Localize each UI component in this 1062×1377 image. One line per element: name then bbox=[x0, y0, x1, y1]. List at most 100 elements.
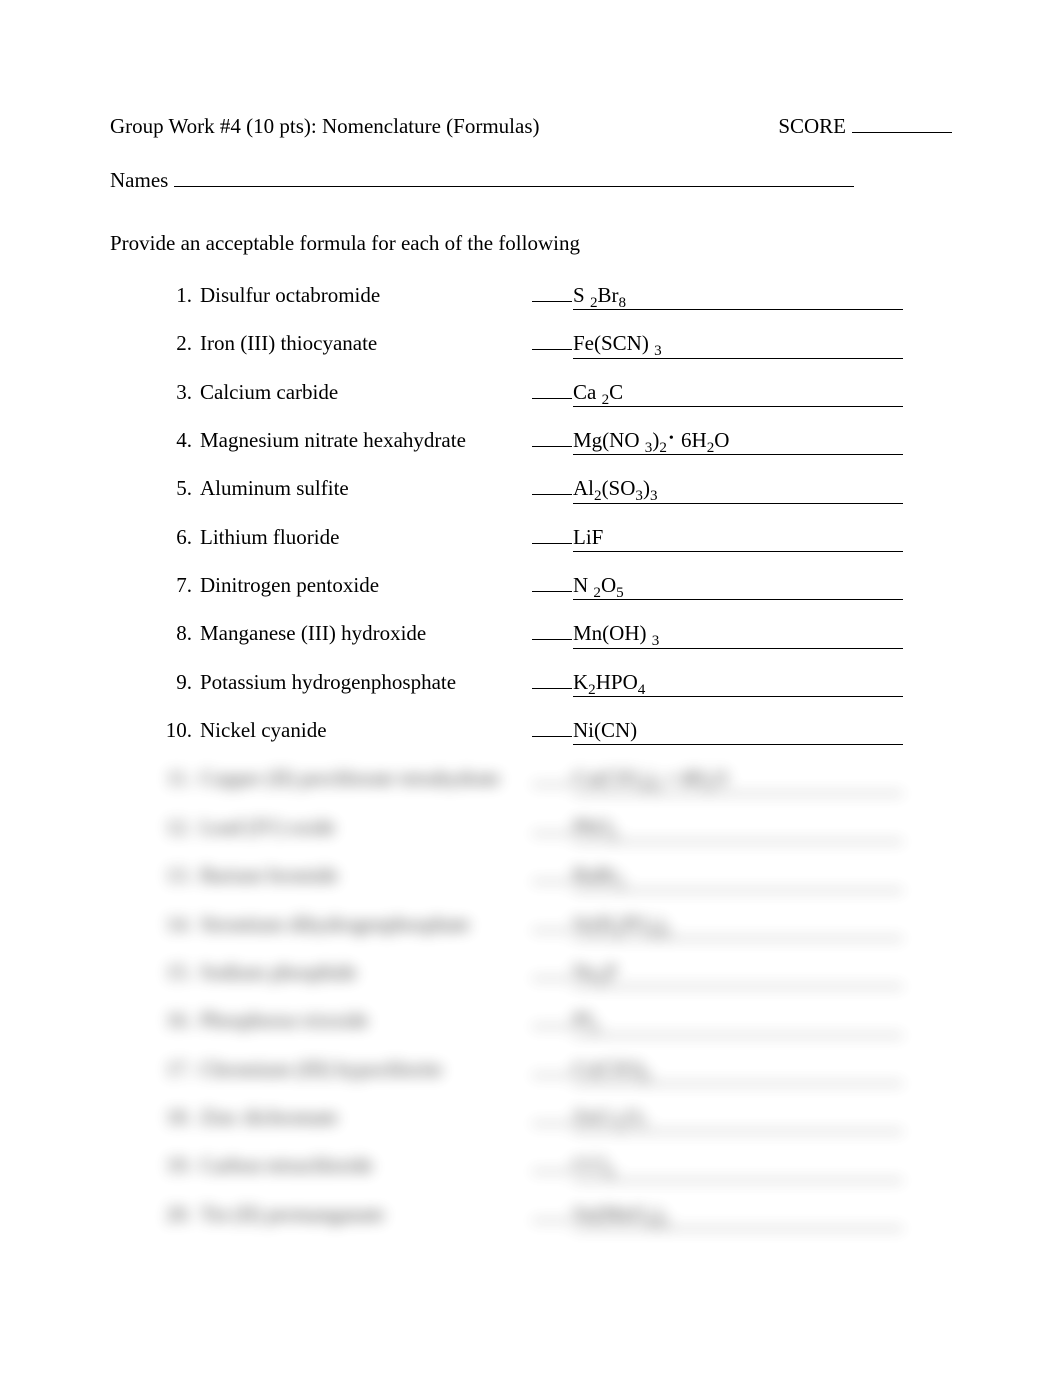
names-label: Names bbox=[110, 166, 168, 194]
answer-prefix-blank[interactable] bbox=[532, 1058, 572, 1076]
answer-formula: S 2Br8 bbox=[573, 281, 626, 309]
compound-name: Sodium phosphide bbox=[200, 958, 532, 986]
item-number: 19. bbox=[158, 1151, 192, 1179]
item-number: 12. bbox=[158, 813, 192, 841]
question-item: 18.Zinc dichromateZnCr2O7 bbox=[158, 1103, 952, 1132]
compound-name: Magnesium nitrate hexahydrate bbox=[200, 426, 532, 454]
names-row: Names bbox=[110, 166, 952, 194]
answer-prefix-blank[interactable] bbox=[532, 477, 572, 495]
answer-prefix-blank[interactable] bbox=[532, 381, 572, 399]
answer-formula: Ni(CN) bbox=[573, 716, 637, 744]
compound-name: Carbon tetrachloride bbox=[200, 1151, 532, 1179]
question-item: 17.Chromium (III) hypochloriteCr(ClO)3 bbox=[158, 1055, 952, 1084]
answer-prefix-blank[interactable] bbox=[532, 526, 572, 544]
answer-prefix-blank[interactable] bbox=[532, 961, 572, 979]
answer-line[interactable]: Sn(MnO4)2 bbox=[573, 1200, 903, 1229]
question-item: 14.Strontium dihydrogenphosphateSr(H2PO4… bbox=[158, 910, 952, 939]
answer-line[interactable]: Na3P bbox=[573, 958, 903, 987]
question-item: 12. Lead (IV) oxide PbO2 bbox=[158, 813, 952, 842]
answer-line[interactable]: Ni(CN) bbox=[573, 716, 903, 745]
answer-field: LiF bbox=[532, 523, 952, 552]
answer-line[interactable]: PbO2 bbox=[573, 813, 903, 842]
answer-field: Cu(ClO4)2 • 4H2O bbox=[532, 764, 952, 793]
page-title: Group Work #4 (10 pts): Nomenclature (Fo… bbox=[110, 112, 540, 140]
answer-field: ZnCr2O7 bbox=[532, 1103, 952, 1132]
answer-prefix-blank[interactable] bbox=[532, 1106, 572, 1124]
blurred-question-list: 11.Copper (II) perchlorate tetrahydrateC… bbox=[158, 764, 952, 1228]
answer-prefix-blank[interactable] bbox=[532, 622, 572, 640]
question-item: 13.Barium bromideBaBr2 bbox=[158, 861, 952, 890]
compound-name: Calcium carbide bbox=[200, 378, 532, 406]
answer-line[interactable]: LiF bbox=[573, 523, 903, 552]
question-item: 15.Sodium phosphideNa3P bbox=[158, 958, 952, 987]
question-item: 6.Lithium fluorideLiF bbox=[158, 523, 952, 552]
answer-formula: PI3 bbox=[573, 1006, 599, 1034]
question-item: 7.Dinitrogen pentoxideN 2O5 bbox=[158, 571, 952, 600]
answer-formula: Na3P bbox=[573, 958, 617, 986]
names-blank-line[interactable] bbox=[174, 169, 854, 187]
answer-line[interactable]: Mg(NO 3)2• 6H2O bbox=[573, 426, 903, 455]
item-number: 8. bbox=[158, 619, 192, 647]
compound-name: Phosphorus trioxide bbox=[200, 1006, 532, 1034]
answer-prefix-blank[interactable] bbox=[532, 1203, 572, 1221]
answer-line[interactable]: Mn(OH) 3 bbox=[573, 619, 903, 648]
answer-formula: Cr(ClO)3 bbox=[573, 1055, 651, 1083]
compound-name: Lead (IV) oxide bbox=[200, 813, 532, 841]
compound-name: Lithium fluoride bbox=[200, 523, 532, 551]
answer-formula: Mn(OH) 3 bbox=[573, 619, 659, 647]
answer-prefix-blank[interactable] bbox=[532, 767, 572, 785]
answer-prefix-blank[interactable] bbox=[532, 816, 572, 834]
answer-prefix-blank[interactable] bbox=[532, 284, 572, 302]
answer-formula: LiF bbox=[573, 523, 603, 551]
answer-prefix-blank[interactable] bbox=[532, 332, 572, 350]
compound-name: Disulfur octabromide bbox=[200, 281, 532, 309]
item-number: 9. bbox=[158, 668, 192, 696]
answer-line[interactable]: Fe(SCN) 3 bbox=[573, 329, 903, 358]
score-label: SCORE bbox=[778, 112, 846, 140]
header-row: Group Work #4 (10 pts): Nomenclature (Fo… bbox=[110, 112, 952, 140]
answer-line[interactable]: S 2Br8 bbox=[573, 281, 903, 310]
answer-prefix-blank[interactable] bbox=[532, 429, 572, 447]
question-item: 8.Manganese (III) hydroxideMn(OH) 3 bbox=[158, 619, 952, 648]
question-list: 1. Disulfur octabromide S 2Br8 2. Iron (III)… bbox=[158, 281, 952, 745]
answer-line[interactable]: Cr(ClO)3 bbox=[573, 1055, 903, 1084]
answer-prefix-blank[interactable] bbox=[532, 1009, 572, 1027]
item-number: 1. bbox=[158, 281, 192, 309]
item-number: 2. bbox=[158, 329, 192, 357]
answer-prefix-blank[interactable] bbox=[532, 913, 572, 931]
answer-formula: Cu(ClO4)2 • 4H2O bbox=[573, 764, 728, 792]
answer-field: N 2O5 bbox=[532, 571, 952, 600]
answer-field: Mg(NO 3)2• 6H2O bbox=[532, 426, 952, 455]
answer-line[interactable]: N 2O5 bbox=[573, 571, 903, 600]
answer-prefix-blank[interactable] bbox=[532, 1154, 572, 1172]
question-item: 20.Tin (II) permanganateSn(MnO4)2 bbox=[158, 1200, 952, 1229]
answer-field: Sn(MnO4)2 bbox=[532, 1200, 952, 1229]
answer-formula: CCl4 bbox=[573, 1151, 614, 1179]
answer-formula: Sr(H2PO4)2 bbox=[573, 910, 670, 938]
answer-prefix-blank[interactable] bbox=[532, 671, 572, 689]
answer-field: Sr(H2PO4)2 bbox=[532, 910, 952, 939]
question-item: 16. Phosphorus trioxide PI3 bbox=[158, 1006, 952, 1035]
answer-line[interactable]: BaBr2 bbox=[573, 861, 903, 890]
item-number: 16. bbox=[158, 1006, 192, 1034]
answer-field: Cr(ClO)3 bbox=[532, 1055, 952, 1084]
answer-line[interactable]: ZnCr2O7 bbox=[573, 1103, 903, 1132]
answer-field: Fe(SCN) 3 bbox=[532, 329, 952, 358]
answer-line[interactable]: Al2(SO3)3 bbox=[573, 474, 903, 503]
question-item: 10.Nickel cyanideNi(CN) bbox=[158, 716, 952, 745]
compound-name: Iron (III) thiocyanate bbox=[200, 329, 532, 357]
answer-prefix-blank[interactable] bbox=[532, 574, 572, 592]
answer-field: Ca 2C bbox=[532, 378, 952, 407]
answer-line[interactable]: Cu(ClO4)2 • 4H2O bbox=[573, 764, 903, 793]
score-blank-line[interactable] bbox=[852, 115, 952, 133]
answer-line[interactable]: Ca 2C bbox=[573, 378, 903, 407]
item-number: 4. bbox=[158, 426, 192, 454]
answer-line[interactable]: Sr(H2PO4)2 bbox=[573, 910, 903, 939]
answer-prefix-blank[interactable] bbox=[532, 719, 572, 737]
compound-name: Aluminum sulfite bbox=[200, 474, 532, 502]
answer-prefix-blank[interactable] bbox=[532, 864, 572, 882]
answer-line[interactable]: CCl4 bbox=[573, 1151, 903, 1180]
answer-line[interactable]: PI3 bbox=[573, 1006, 903, 1035]
answer-line[interactable]: K2HPO4 bbox=[573, 668, 903, 697]
answer-field: S 2Br8 bbox=[532, 281, 952, 310]
